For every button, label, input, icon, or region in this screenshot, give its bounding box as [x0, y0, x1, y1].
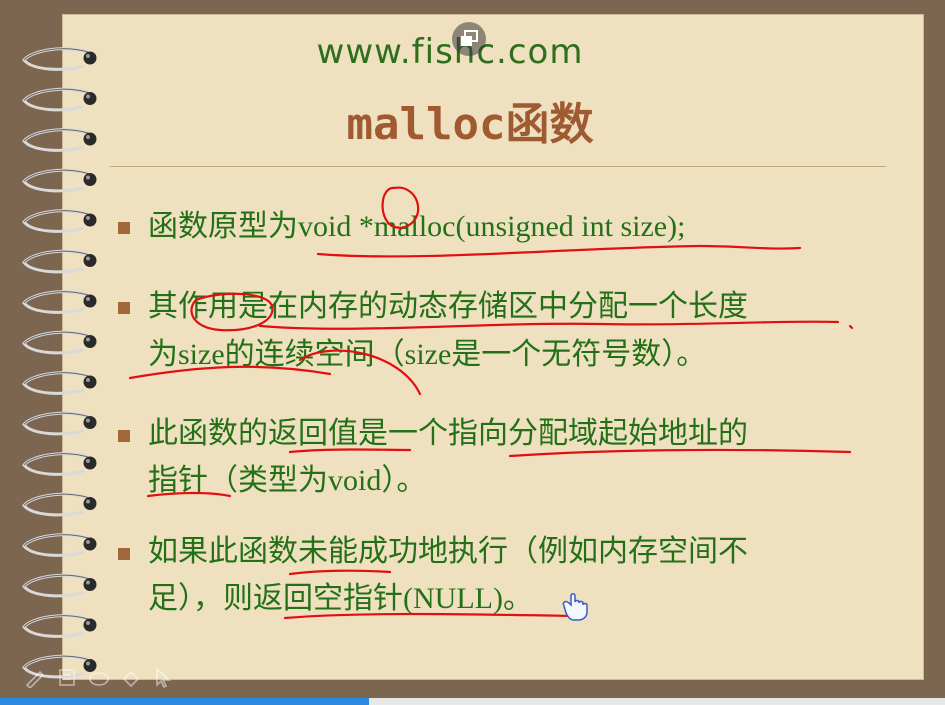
bullet-marker-3: [118, 430, 130, 442]
restore-window-icon: [461, 30, 478, 46]
text-run: 函数原型为: [148, 209, 298, 244]
binding-ring: [22, 492, 97, 517]
binding-ring: [22, 573, 97, 598]
binding-ring: [22, 128, 97, 152]
text-run: 足），则返回空指针: [148, 581, 403, 616]
bullet-marker-4: [118, 548, 130, 560]
text-run: ）。: [381, 463, 427, 498]
text-run: 是一个无符号数）。: [451, 337, 707, 372]
slide-viewer: www.fishc.com malloc函数 函数原型为void *malloc…: [0, 0, 945, 705]
binding-ring: [22, 371, 97, 395]
text-run: 的连续空间（: [224, 337, 405, 372]
text-run: 此函数的返回值是一个指向分配域起始地址的: [148, 416, 748, 451]
restore-window-button[interactable]: [452, 22, 486, 56]
bullet-marker-1: [118, 222, 130, 234]
playback-progress[interactable]: [0, 698, 945, 705]
binding-ring: [22, 330, 97, 355]
site-url: www.fishc.com: [316, 32, 584, 72]
binding-ring: [22, 87, 97, 112]
text-run: size: [404, 338, 452, 371]
bullet-2-line-2: 为size的连续空间（size是一个无符号数）。: [148, 340, 706, 370]
binding-ring: [22, 168, 97, 193]
text-run: 。: [502, 581, 533, 616]
text-run: 如果此函数未能成功地执行（例如内存空间不: [148, 534, 748, 569]
text-run: 指针（类型为: [148, 463, 328, 498]
bullet-1-line-1: 函数原型为void *malloc(unsigned int size);: [148, 212, 685, 242]
pointer-icon[interactable]: [150, 664, 176, 690]
bullet-marker-2: [118, 302, 130, 314]
annotation-toolbar: [22, 660, 176, 694]
title-divider: [110, 166, 886, 167]
bullet-4-line-1: 如果此函数未能成功地执行（例如内存空间不: [148, 537, 748, 567]
slide-title: malloc函数: [346, 99, 594, 150]
hand-cursor-icon: [562, 593, 588, 621]
binding-ring: [22, 47, 97, 71]
binding-ring: [22, 452, 97, 476]
binding-ring: [22, 614, 97, 638]
bullet-2-line-1: 其作用是在内存的动态存储区中分配一个长度: [148, 292, 748, 322]
notes-icon[interactable]: [54, 664, 80, 690]
bullet-3-line-1: 此函数的返回值是一个指向分配域起始地址的: [148, 419, 748, 449]
bullet-3-line-2: 指针（类型为void）。: [148, 466, 426, 496]
text-run: 为: [148, 337, 178, 372]
binding-ring: [22, 209, 97, 233]
binding-ring: [22, 411, 97, 436]
pen-icon[interactable]: [22, 664, 48, 690]
playback-progress-fill: [0, 698, 369, 705]
text-run: void *malloc(unsigned int size);: [298, 210, 686, 243]
binding-ring: [22, 249, 97, 274]
bullet-4-line-2: 足），则返回空指针(NULL)。: [148, 584, 533, 614]
eraser-icon[interactable]: [86, 664, 112, 690]
highlighter-icon[interactable]: [118, 664, 144, 690]
text-run: void: [328, 464, 382, 497]
spiral-binding: [22, 47, 97, 679]
text-run: 其作用是在内存的动态存储区中分配一个长度: [148, 289, 748, 324]
text-run: size: [178, 338, 225, 371]
binding-ring: [22, 290, 97, 314]
binding-ring: [22, 533, 97, 557]
text-run: (NULL): [403, 582, 503, 615]
